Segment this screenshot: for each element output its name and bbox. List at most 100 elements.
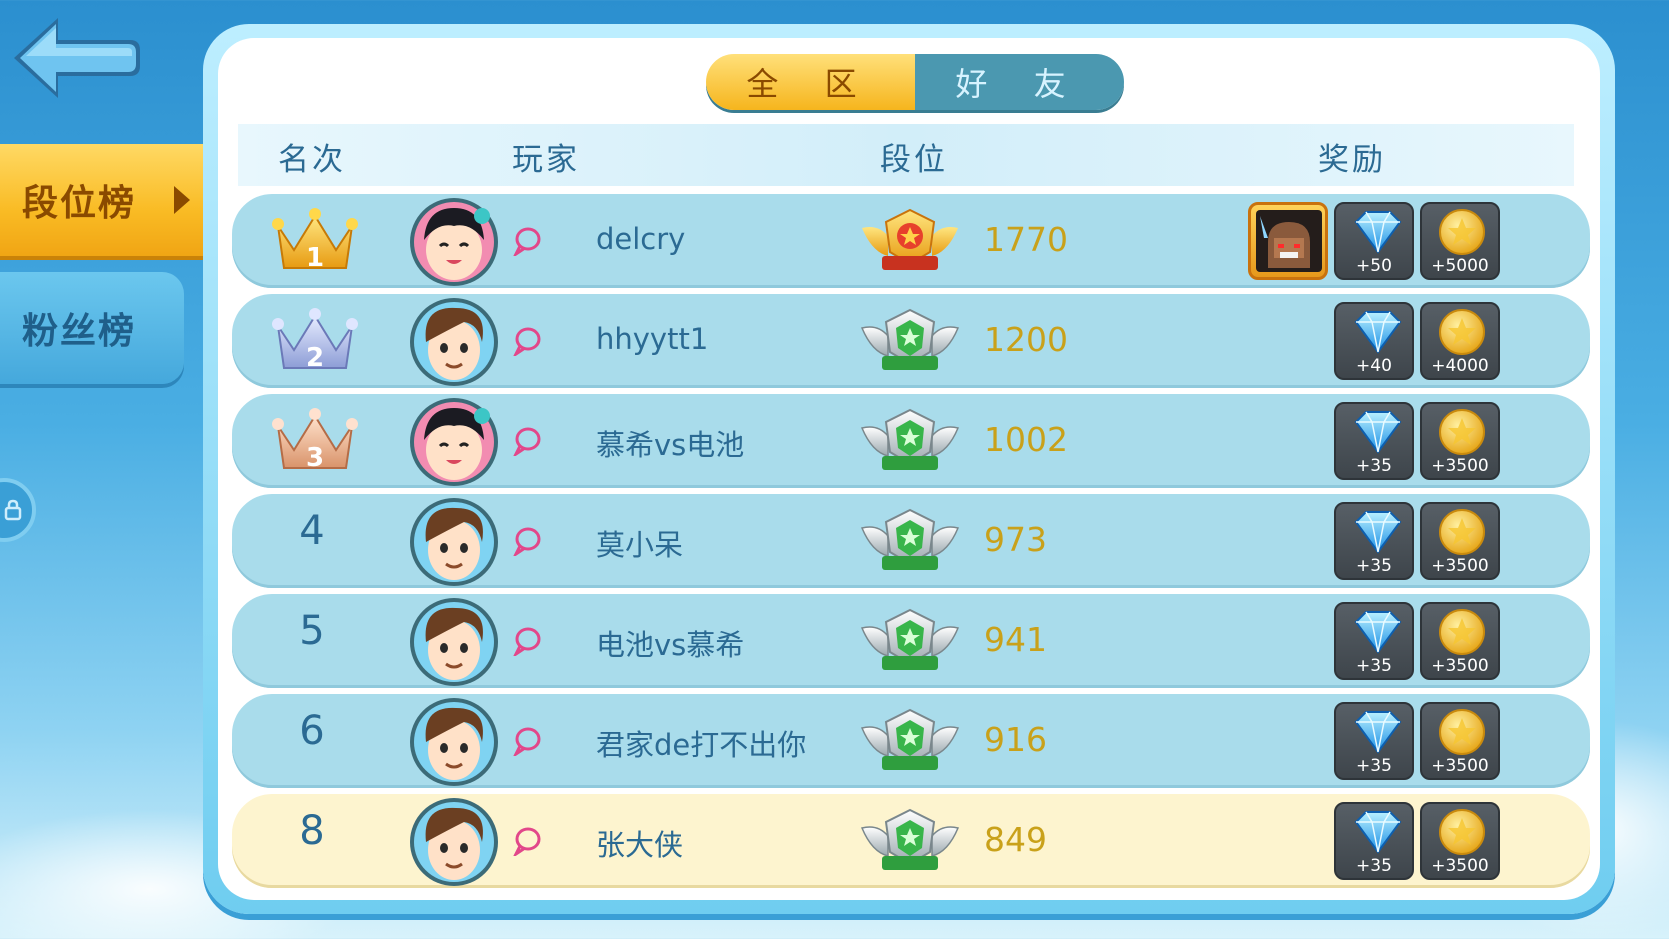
table-row[interactable]: 1 delcry 1770 +50 +5000 — [232, 194, 1590, 288]
avatar-boy-icon[interactable] — [408, 296, 500, 388]
reward-coin-amount: +3500 — [1431, 556, 1489, 576]
reward-coin[interactable]: +3500 — [1420, 802, 1500, 880]
crown-bronze-icon: 3 — [272, 408, 358, 473]
table-row[interactable]: 6 君家de打不出你 916 +35 +3500 — [232, 694, 1590, 788]
reward-diamond[interactable]: +35 — [1334, 702, 1414, 780]
scope-toggle: 全 区 好 友 — [706, 54, 1124, 110]
reward-diamond-amount: +40 — [1356, 356, 1392, 376]
tier-green-badge-icon — [860, 808, 960, 870]
reward-coin[interactable]: +3500 — [1420, 602, 1500, 680]
back-arrow-icon — [14, 18, 140, 98]
reward-coin-amount: +5000 — [1431, 256, 1489, 276]
diamond-icon — [1354, 411, 1402, 454]
header-player: 玩家 — [512, 142, 580, 178]
rank-number: 4 — [299, 508, 325, 554]
tier-gold-badge-icon — [862, 208, 958, 270]
play-arrow-icon — [174, 186, 191, 214]
tier-score: 973 — [984, 520, 1047, 559]
coin-icon — [1439, 209, 1485, 255]
table-header: 名次 玩家 段位 奖励 — [238, 124, 1574, 186]
diamond-icon — [1354, 811, 1402, 854]
coin-icon — [1439, 609, 1485, 655]
table-row[interactable]: 5 电池vs慕希 941 +35 +3500 — [232, 594, 1590, 688]
player-name: 慕希vs电池 — [596, 428, 745, 462]
side-tab-rank[interactable]: 段位榜 — [0, 144, 232, 256]
reward-diamond-amount: +35 — [1356, 656, 1392, 676]
avatar-girl-icon[interactable] — [408, 396, 500, 488]
avatar-boy-icon[interactable] — [408, 796, 500, 888]
side-tab-fans-label: 粉丝榜 — [22, 311, 137, 352]
tier-green-badge-icon — [860, 608, 960, 670]
table-row[interactable]: 2 hhyytt1 1200 +40 +4000 — [232, 294, 1590, 388]
rank-number: 5 — [299, 608, 325, 654]
diamond-icon — [1354, 611, 1402, 654]
crown-rank-label: 1 — [306, 243, 324, 273]
tier-score: 849 — [984, 820, 1047, 859]
table-row[interactable]: 4 莫小呆 973 +35 +3500 — [232, 494, 1590, 588]
reward-diamond[interactable]: +35 — [1334, 802, 1414, 880]
reward-coin-amount: +3500 — [1431, 756, 1489, 776]
chat-bubble-icon — [513, 427, 541, 456]
chat-bubble-icon — [513, 227, 541, 256]
tier-score: 1770 — [984, 220, 1068, 259]
coin-icon — [1439, 809, 1485, 855]
table-row-self[interactable]: 8 张大侠 849 +35 +3500 — [232, 794, 1590, 888]
reward-diamond[interactable]: +35 — [1334, 402, 1414, 480]
reward-coin-amount: +4000 — [1431, 356, 1489, 376]
reward-coin-amount: +3500 — [1431, 456, 1489, 476]
reward-coin[interactable]: +5000 — [1420, 202, 1500, 280]
reward-diamond-amount: +35 — [1356, 456, 1392, 476]
tab-friends[interactable]: 好 友 — [915, 54, 1124, 110]
player-name: 张大侠 — [596, 828, 684, 862]
tab-all-region[interactable]: 全 区 — [706, 54, 915, 110]
avatar-boy-icon[interactable] — [408, 596, 500, 688]
side-lock-button[interactable] — [0, 478, 36, 542]
reward-diamond[interactable]: +35 — [1334, 602, 1414, 680]
player-name: 莫小呆 — [596, 528, 684, 562]
reward-diamond-amount: +35 — [1356, 556, 1392, 576]
back-button[interactable] — [10, 14, 142, 102]
reward-diamond-amount: +35 — [1356, 756, 1392, 776]
chat-bubble-icon — [513, 327, 541, 356]
table-row[interactable]: 3 慕希vs电池 1002 +35 +3500 — [232, 394, 1590, 488]
tier-score: 1200 — [984, 320, 1068, 359]
header-tier: 段位 — [880, 142, 948, 178]
reward-coin-amount: +3500 — [1431, 656, 1489, 676]
chat-bubble-icon — [513, 527, 541, 556]
reward-hero-card[interactable] — [1248, 202, 1328, 280]
crown-rank-label: 3 — [306, 443, 324, 473]
tier-score: 916 — [984, 720, 1047, 759]
tier-green-badge-icon — [860, 508, 960, 570]
reward-coin[interactable]: +4000 — [1420, 302, 1500, 380]
header-rank: 名次 — [278, 142, 346, 178]
hero-card-icon — [1256, 210, 1322, 272]
reward-coin[interactable]: +3500 — [1420, 402, 1500, 480]
crown-silver-icon: 2 — [272, 308, 358, 373]
tier-score: 1002 — [984, 420, 1068, 459]
side-tab-fans[interactable]: 粉丝榜 — [0, 272, 184, 384]
tier-green-badge-icon — [860, 308, 960, 370]
chat-bubble-icon — [513, 827, 541, 856]
crown-gold-icon: 1 — [272, 208, 358, 273]
tier-green-badge-icon — [860, 708, 960, 770]
tier-green-badge-icon — [860, 408, 960, 470]
reward-diamond[interactable]: +50 — [1334, 202, 1414, 280]
reward-coin[interactable]: +3500 — [1420, 702, 1500, 780]
diamond-icon — [1354, 511, 1402, 554]
rank-number: 8 — [299, 808, 325, 854]
crown-rank-label: 2 — [306, 343, 324, 373]
reward-coin[interactable]: +3500 — [1420, 502, 1500, 580]
player-name: hhyytt1 — [596, 322, 709, 356]
reward-diamond[interactable]: +35 — [1334, 502, 1414, 580]
reward-diamond[interactable]: +40 — [1334, 302, 1414, 380]
avatar-boy-icon[interactable] — [408, 496, 500, 588]
reward-coin-amount: +3500 — [1431, 856, 1489, 876]
player-name: delcry — [596, 222, 686, 256]
diamond-icon — [1354, 211, 1402, 254]
reward-diamond-amount: +50 — [1356, 256, 1392, 276]
player-name: 君家de打不出你 — [596, 728, 807, 762]
chat-bubble-icon — [513, 627, 541, 656]
avatar-girl-icon[interactable] — [408, 196, 500, 288]
avatar-boy-icon[interactable] — [408, 696, 500, 788]
lock-icon — [4, 499, 22, 521]
